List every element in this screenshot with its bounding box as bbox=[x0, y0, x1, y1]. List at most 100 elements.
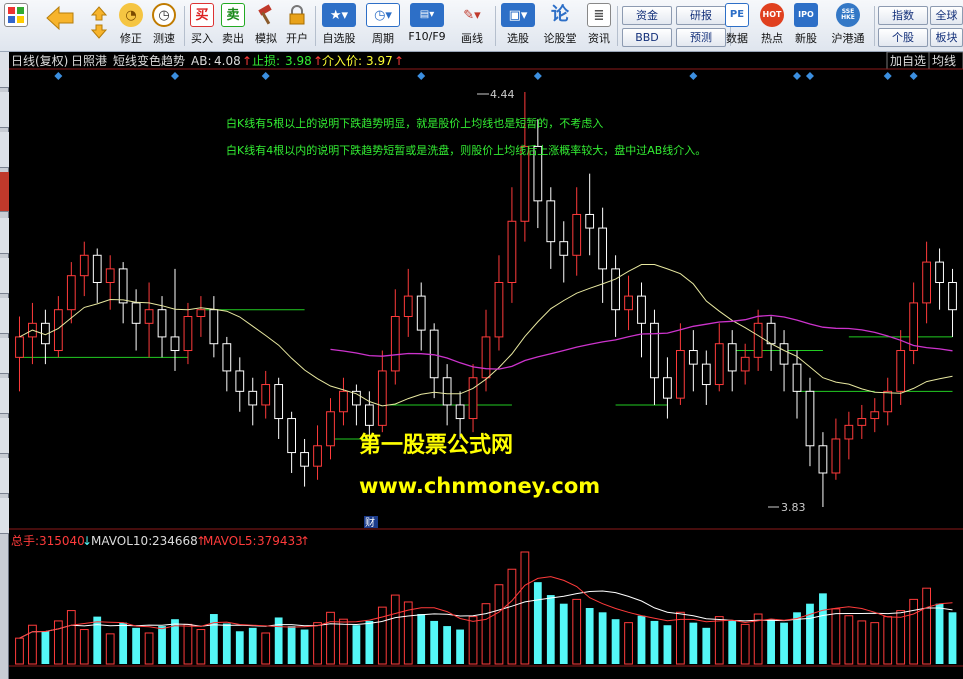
main-toolbar: ◔ 修正 ◷ 测速 买 买入 卖 卖出 模拟 开户 ★▾ 自选股 ◷▾ 周期 ▤… bbox=[0, 0, 963, 52]
watchlist-button[interactable]: ★▾ 自选股 bbox=[318, 3, 360, 49]
left-tab[interactable] bbox=[0, 132, 9, 168]
candle-body bbox=[650, 322, 659, 379]
data-label: 数据 bbox=[726, 32, 748, 45]
speed-test-button[interactable]: ◷ 测速 bbox=[149, 3, 179, 49]
volume-bar bbox=[572, 598, 582, 665]
data-button[interactable]: PE 数据 bbox=[722, 3, 752, 49]
volume-bar bbox=[883, 616, 893, 665]
period-button[interactable]: ◷▾ 周期 bbox=[364, 3, 402, 49]
volume-bar bbox=[66, 610, 76, 665]
window-icon bbox=[4, 3, 28, 27]
candle-body bbox=[896, 350, 906, 392]
global-button[interactable]: 全球 bbox=[930, 6, 963, 25]
left-tab[interactable] bbox=[0, 338, 9, 374]
candle-body bbox=[144, 309, 154, 324]
sh-hk-connect-button[interactable]: SSE HKE 沪港通 bbox=[826, 3, 870, 49]
buy-button[interactable]: 买 买入 bbox=[187, 3, 217, 49]
entry-label: 介入价: bbox=[322, 54, 362, 68]
period-label: 周期 bbox=[372, 32, 394, 45]
single-stock-button[interactable]: 个股 bbox=[878, 28, 928, 47]
volume-bar bbox=[339, 618, 348, 665]
candle-body bbox=[935, 261, 944, 283]
toolbar-separator bbox=[495, 6, 496, 46]
finance-badge-label: 财 bbox=[365, 516, 375, 529]
candle-body bbox=[118, 268, 128, 304]
stock-select-button[interactable]: ▣▾ 选股 bbox=[498, 3, 538, 49]
hot-label: 热点 bbox=[761, 32, 783, 45]
forum-button[interactable]: 论 论股堂 bbox=[540, 3, 580, 49]
left-tab[interactable] bbox=[0, 498, 9, 534]
pe-icon: PE bbox=[725, 3, 749, 27]
f10-icon: ▤▾ bbox=[410, 3, 444, 27]
candle-body bbox=[403, 295, 413, 318]
capital-button[interactable]: 资金 bbox=[622, 6, 672, 25]
ipo-button[interactable]: IPO 新股 bbox=[791, 3, 821, 49]
volume-bar bbox=[728, 620, 737, 664]
volume-bar bbox=[637, 615, 646, 664]
volume-bar bbox=[896, 610, 906, 665]
ipo-icon: IPO bbox=[794, 3, 818, 27]
left-tab[interactable] bbox=[0, 298, 9, 334]
volume-bar bbox=[663, 625, 672, 664]
left-tab[interactable] bbox=[0, 218, 9, 254]
candle-body bbox=[183, 316, 193, 352]
window-menu-button[interactable] bbox=[4, 3, 28, 49]
left-tab-strip bbox=[0, 52, 9, 679]
simulate-button[interactable]: 模拟 bbox=[251, 3, 281, 49]
sector-button[interactable]: 板块 bbox=[930, 28, 963, 47]
volume-bar bbox=[689, 622, 698, 664]
sell-label: 卖出 bbox=[222, 32, 244, 45]
forecast-button[interactable]: 预测 bbox=[676, 28, 726, 47]
up-down-button[interactable] bbox=[86, 3, 112, 49]
left-tab-active[interactable] bbox=[0, 172, 9, 212]
stop-label: 止损: bbox=[252, 54, 280, 68]
volume-bar bbox=[767, 619, 775, 664]
left-tab[interactable] bbox=[0, 378, 9, 414]
buy-label: 买入 bbox=[191, 32, 213, 45]
fix-button[interactable]: ◔ 修正 bbox=[116, 3, 146, 49]
bbd-button[interactable]: BBD bbox=[622, 28, 672, 47]
draw-line-button[interactable]: ✎▾ 画线 bbox=[452, 3, 492, 49]
left-tab[interactable] bbox=[0, 258, 9, 294]
candle-body bbox=[66, 275, 76, 311]
volume-bar bbox=[468, 616, 478, 665]
left-tab[interactable] bbox=[0, 92, 9, 128]
research-button[interactable]: 研报 bbox=[676, 6, 726, 25]
candle-body bbox=[222, 343, 232, 372]
volume-bar bbox=[624, 622, 633, 665]
volume-bar bbox=[870, 622, 880, 665]
sse-hke-icon: SSE HKE bbox=[836, 3, 860, 27]
hot-button[interactable]: HOT 热点 bbox=[757, 3, 787, 49]
select-icon: ▣▾ bbox=[501, 3, 535, 27]
volume-bar bbox=[365, 620, 374, 664]
f10-label: F10/F9 bbox=[408, 30, 446, 43]
left-tab[interactable] bbox=[0, 418, 9, 454]
left-tab[interactable] bbox=[0, 52, 9, 88]
candle-body bbox=[287, 418, 297, 454]
volume-bar bbox=[844, 615, 854, 665]
news-icon: ≣ bbox=[587, 3, 611, 27]
candle-body bbox=[235, 370, 245, 392]
news-button[interactable]: ≣ 资讯 bbox=[584, 3, 614, 49]
signal-diamond bbox=[170, 72, 179, 80]
volume-bar bbox=[456, 629, 464, 664]
signal-diamond bbox=[909, 72, 918, 80]
open-account-button[interactable]: 开户 bbox=[282, 3, 312, 49]
f10-button[interactable]: ▤▾ F10/F9 bbox=[405, 3, 449, 49]
left-tab[interactable] bbox=[0, 458, 9, 494]
back-button[interactable] bbox=[40, 3, 80, 49]
volume-bar bbox=[819, 593, 827, 664]
candle-body bbox=[818, 445, 828, 474]
volume-bar bbox=[598, 612, 607, 664]
vol-value: 315040 bbox=[39, 534, 85, 548]
signal-diamond bbox=[689, 72, 698, 80]
volume-bar bbox=[183, 623, 193, 665]
add-watchlist-label: 加自选 bbox=[890, 54, 926, 68]
sell-button[interactable]: 卖 卖出 bbox=[218, 3, 248, 49]
candle-body bbox=[688, 350, 698, 365]
index-button[interactable]: 指数 bbox=[878, 6, 928, 25]
up-down-icon bbox=[90, 5, 108, 40]
volume-bar bbox=[507, 568, 517, 665]
volume-bar bbox=[93, 616, 102, 664]
annotation-line-1: 白K线有5根以上的说明下跌趋势明显，就是股价上均线也是短暂的，不考虑入 bbox=[226, 116, 603, 130]
